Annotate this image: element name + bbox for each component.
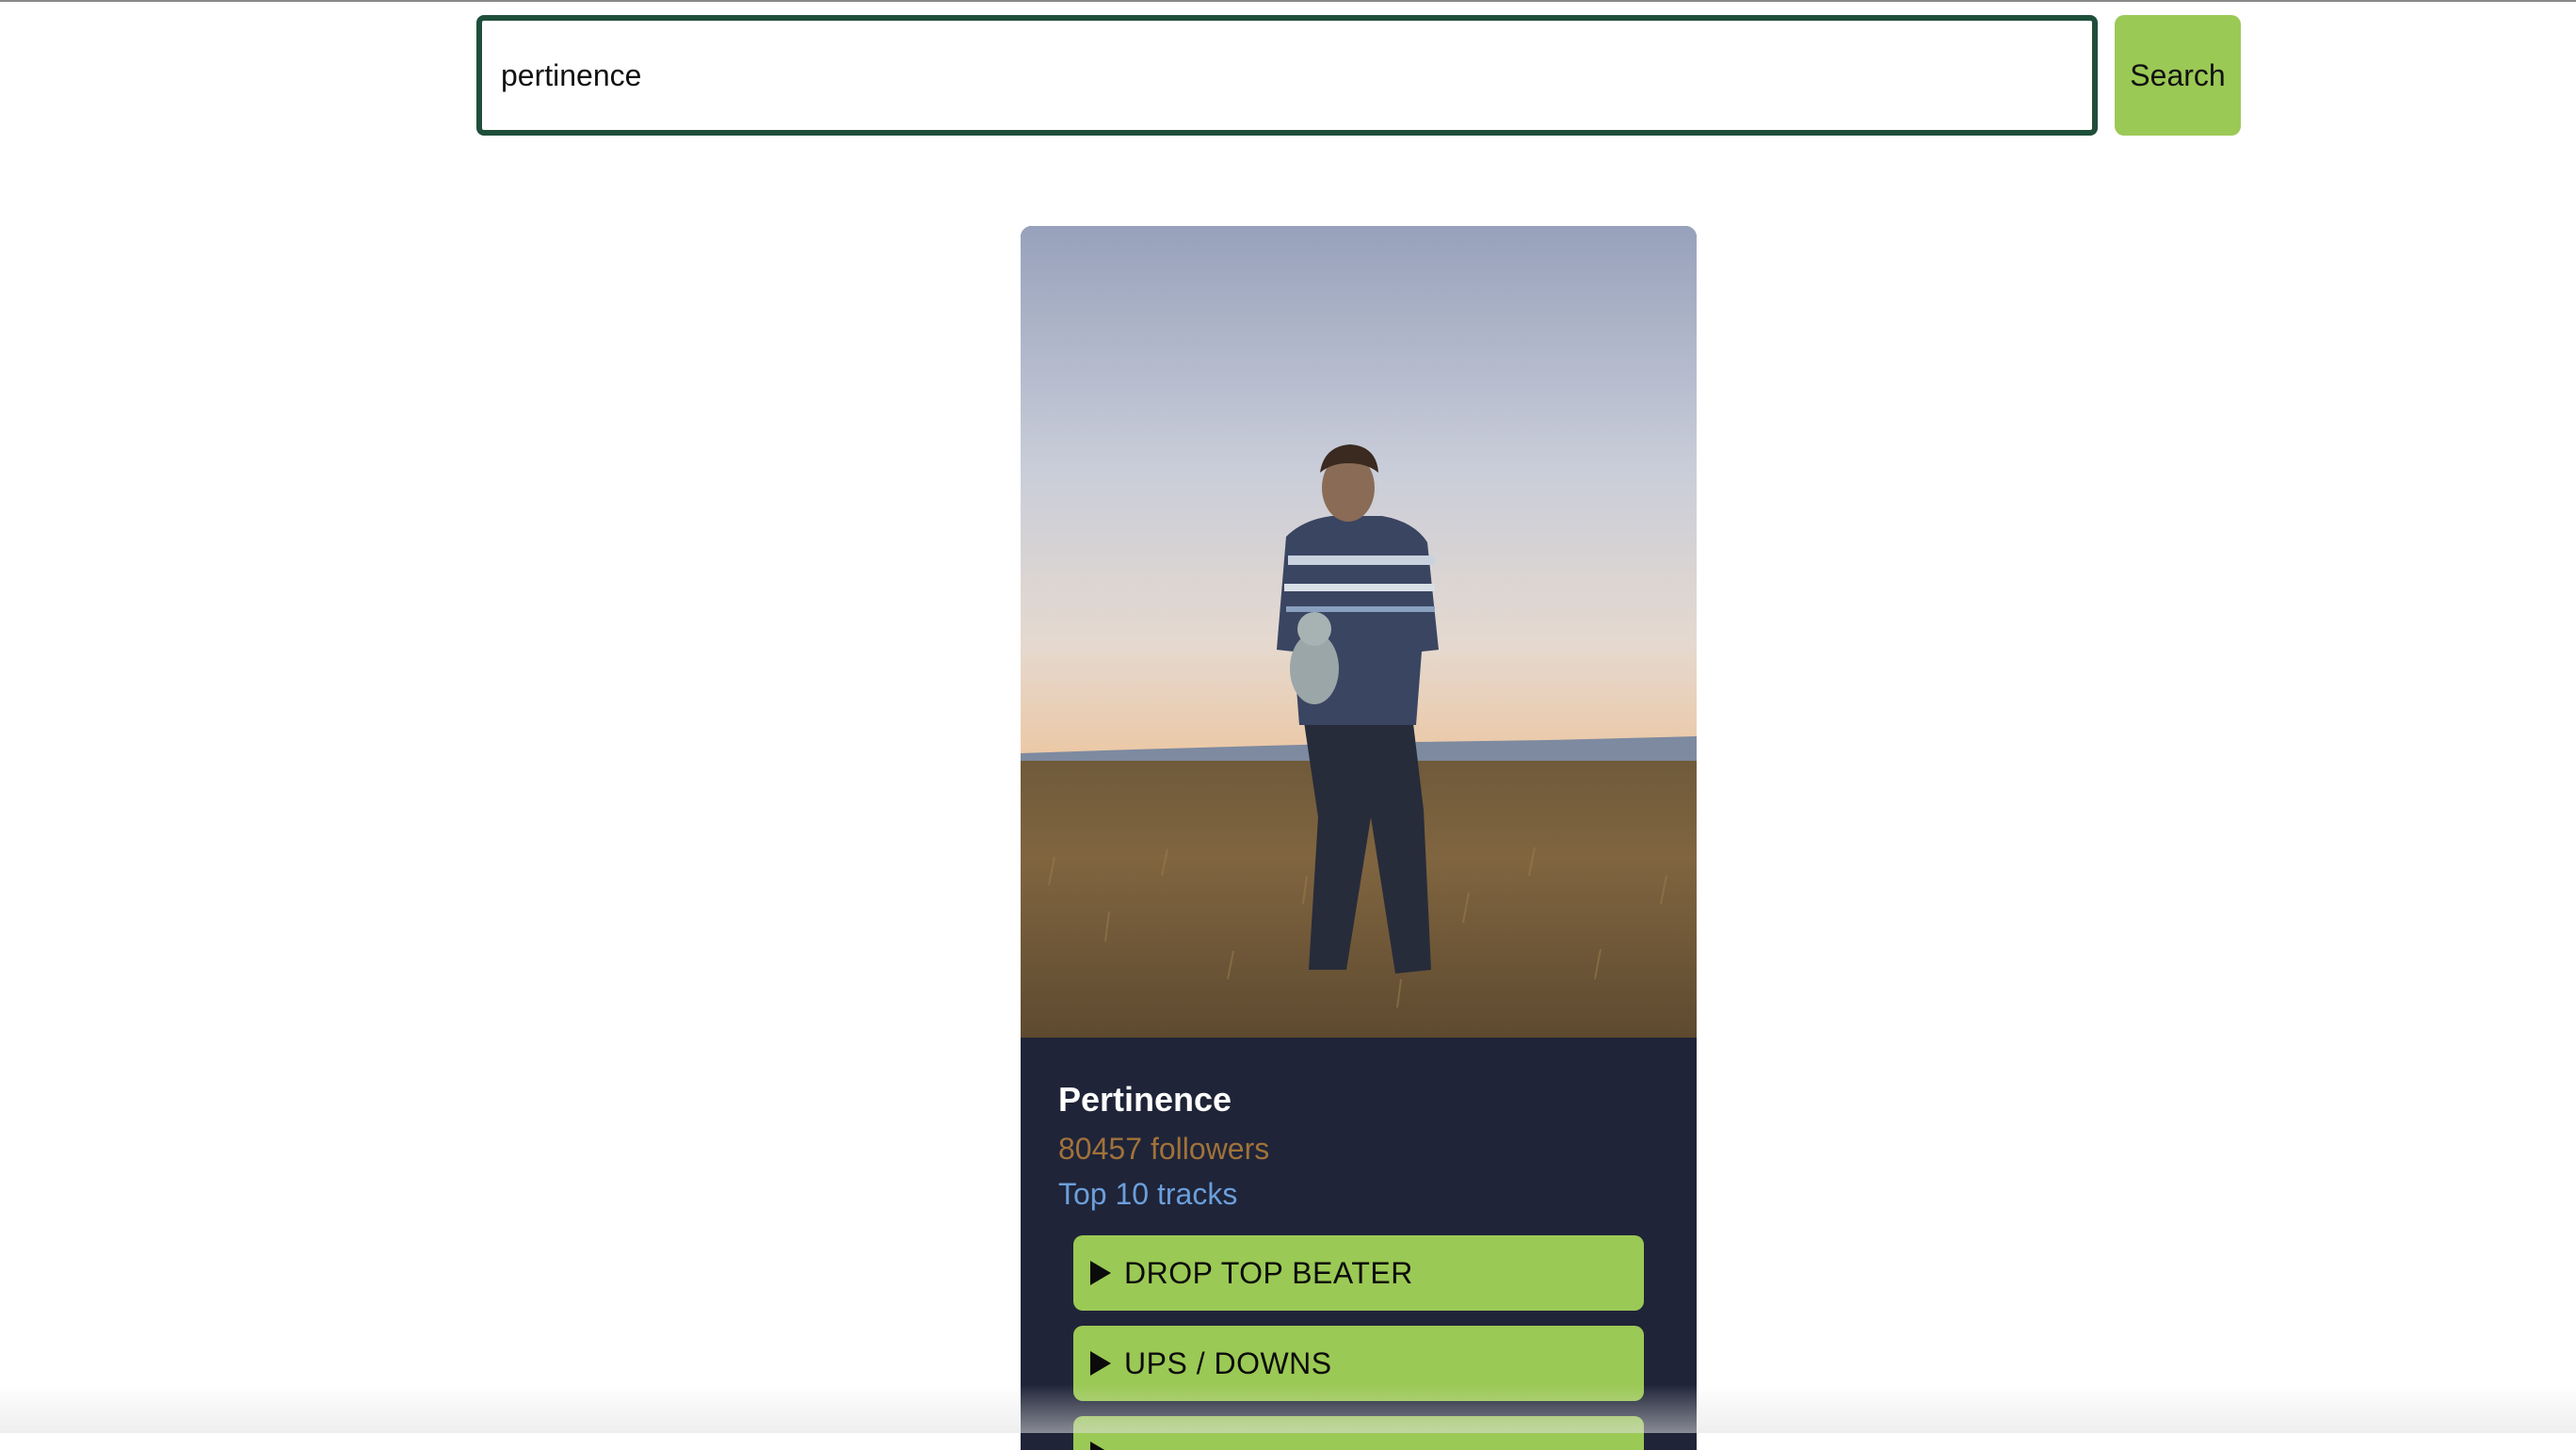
track-item[interactable]: UPS / DOWNS: [1073, 1326, 1644, 1401]
play-icon: [1090, 1351, 1111, 1376]
artist-photo: [1021, 226, 1697, 1038]
play-icon: [1090, 1261, 1111, 1285]
search-button[interactable]: Search: [2115, 15, 2241, 136]
track-title: UPS / DOWNS: [1124, 1345, 1332, 1380]
person-stripe-1: [1288, 556, 1435, 565]
followers-label: followers: [1150, 1132, 1270, 1166]
artist-name: Pertinence: [1058, 1080, 1232, 1119]
person-stripe-2: [1284, 584, 1435, 591]
top-divider: [0, 0, 2576, 2]
play-icon: [1090, 1442, 1111, 1450]
search-bar: Search: [476, 15, 2241, 136]
person-stripe-3: [1286, 606, 1435, 612]
person-teddy-head: [1297, 612, 1331, 646]
top-tracks-heading: Top 10 tracks: [1058, 1177, 1238, 1211]
track-title: DROP TOP BEATER: [1124, 1255, 1413, 1290]
artist-card: Pertinence 80457 followers Top 10 tracks …: [1021, 226, 1697, 1450]
followers-count: 80457 followers: [1058, 1128, 1659, 1169]
search-input[interactable]: [476, 15, 2098, 136]
followers-number: 80457: [1058, 1132, 1142, 1166]
track-item[interactable]: DROP TOP BEATER: [1073, 1235, 1644, 1311]
track-list: DROP TOP BEATER UPS / DOWNS: [1073, 1235, 1659, 1450]
track-item[interactable]: [1073, 1416, 1644, 1450]
artist-info: Pertinence 80457 followers Top 10 tracks …: [1021, 1038, 1697, 1450]
